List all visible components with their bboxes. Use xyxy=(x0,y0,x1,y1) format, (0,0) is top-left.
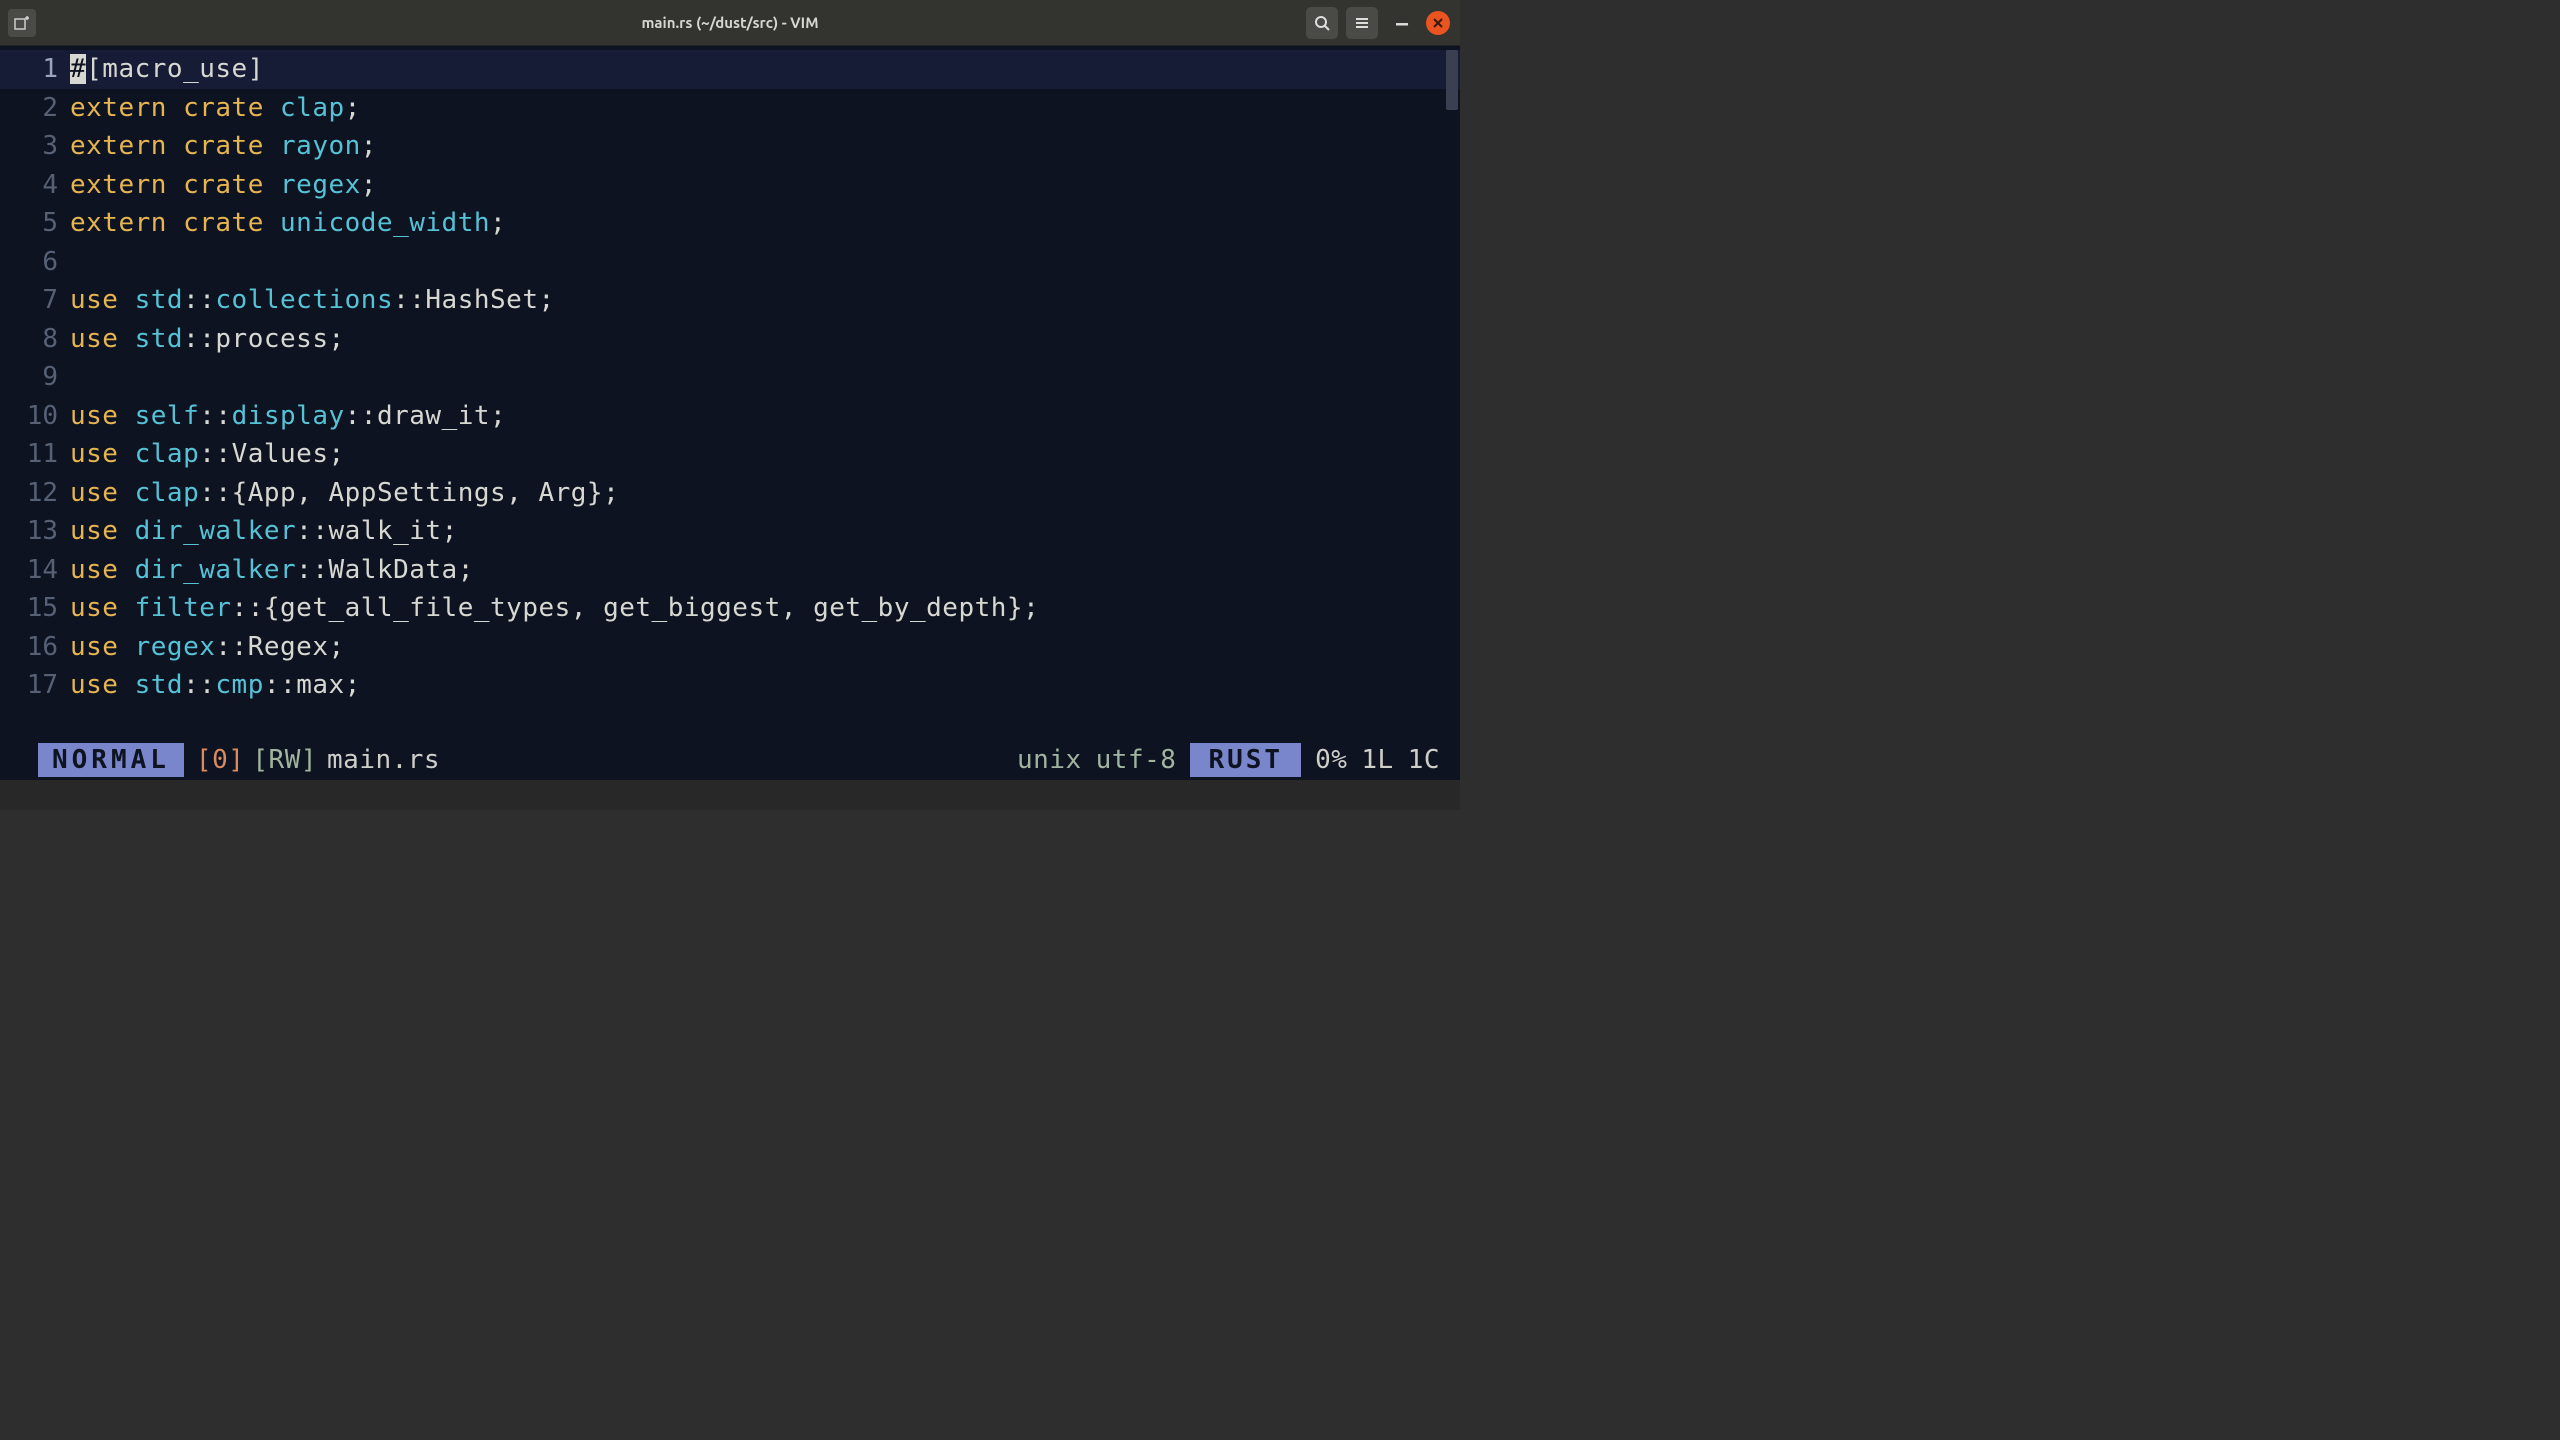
code-line[interactable]: 2extern crate clap; xyxy=(0,89,1460,128)
minimize-icon: – xyxy=(1396,11,1408,35)
code-line[interactable]: 7use std::collections::HashSet; xyxy=(0,281,1460,320)
window-title: main.rs (~/dust/src) - VIM xyxy=(641,14,818,31)
code-line[interactable]: 12use clap::{App, AppSettings, Arg}; xyxy=(0,474,1460,513)
code-content: extern crate regex; xyxy=(70,170,377,200)
line-number: 17 xyxy=(0,670,70,700)
code-line[interactable]: 11use clap::Values; xyxy=(0,435,1460,474)
code-content: use filter::{get_all_file_types, get_big… xyxy=(70,593,1039,623)
line-number: 6 xyxy=(0,247,70,277)
editor-pane[interactable]: 1#[macro_use]2extern crate clap;3extern … xyxy=(0,46,1460,780)
terminal-window: main.rs (~/dust/src) - VIM – xyxy=(0,0,1460,810)
line-number: 14 xyxy=(0,555,70,585)
close-button[interactable] xyxy=(1426,11,1450,35)
status-filename: main.rs xyxy=(327,745,440,775)
code-content: extern crate rayon; xyxy=(70,131,377,161)
search-button[interactable] xyxy=(1306,7,1338,39)
code-content: use self::display::draw_it; xyxy=(70,401,506,431)
line-number: 12 xyxy=(0,478,70,508)
line-number: 4 xyxy=(0,170,70,200)
status-line-number: 1L xyxy=(1361,745,1393,775)
line-number: 1 xyxy=(0,54,70,84)
line-number: 9 xyxy=(0,362,70,392)
close-icon xyxy=(1433,18,1443,28)
code-line[interactable]: 3extern crate rayon; xyxy=(0,127,1460,166)
line-number: 8 xyxy=(0,324,70,354)
status-buffer-number: [0] xyxy=(196,745,244,775)
line-number: 11 xyxy=(0,439,70,469)
line-number: 16 xyxy=(0,632,70,662)
status-mode: NORMAL xyxy=(38,743,184,777)
code-content: use dir_walker::walk_it; xyxy=(70,516,458,546)
line-number: 2 xyxy=(0,93,70,123)
line-number: 5 xyxy=(0,208,70,238)
status-language: RUST xyxy=(1190,743,1301,777)
scrollbar-thumb[interactable] xyxy=(1446,50,1458,110)
titlebar-left xyxy=(0,9,36,37)
code-line[interactable]: 8use std::process; xyxy=(0,320,1460,359)
line-number: 10 xyxy=(0,401,70,431)
code-line[interactable]: 6 xyxy=(0,243,1460,282)
status-column-number: 1C xyxy=(1408,745,1440,775)
status-encoding: utf-8 xyxy=(1096,745,1177,775)
status-line: NORMAL [0] [RW] main.rs unix utf-8 RUST … xyxy=(0,740,1460,780)
status-readwrite: [RW] xyxy=(252,745,317,775)
code-content: use clap::Values; xyxy=(70,439,345,469)
code-line[interactable]: 4extern crate regex; xyxy=(0,166,1460,205)
minimize-button[interactable]: – xyxy=(1386,7,1418,39)
terminal-bottom-margin xyxy=(0,780,1460,810)
line-number: 3 xyxy=(0,131,70,161)
code-line[interactable]: 13use dir_walker::walk_it; xyxy=(0,512,1460,551)
code-line[interactable]: 1#[macro_use] xyxy=(0,50,1460,89)
new-tab-icon xyxy=(14,16,30,30)
code-content: extern crate clap; xyxy=(70,93,361,123)
line-number: 15 xyxy=(0,593,70,623)
status-fileformat: unix xyxy=(1017,745,1082,775)
code-content: use std::cmp::max; xyxy=(70,670,361,700)
code-area[interactable]: 1#[macro_use]2extern crate clap;3extern … xyxy=(0,46,1460,740)
menu-button[interactable] xyxy=(1346,7,1378,39)
titlebar-right: – xyxy=(1306,7,1460,39)
new-tab-button[interactable] xyxy=(8,9,36,37)
code-line[interactable]: 15use filter::{get_all_file_types, get_b… xyxy=(0,589,1460,628)
code-content: use regex::Regex; xyxy=(70,632,345,662)
code-content: extern crate unicode_width; xyxy=(70,208,506,238)
search-icon xyxy=(1314,15,1330,31)
code-content: use dir_walker::WalkData; xyxy=(70,555,474,585)
status-right: unix utf-8 RUST 0% 1L 1C xyxy=(1017,743,1456,777)
code-content: use std::collections::HashSet; xyxy=(70,285,555,315)
code-line[interactable]: 14use dir_walker::WalkData; xyxy=(0,551,1460,590)
code-line[interactable]: 16use regex::Regex; xyxy=(0,628,1460,667)
line-number: 13 xyxy=(0,516,70,546)
hamburger-icon xyxy=(1354,15,1370,31)
line-number: 7 xyxy=(0,285,70,315)
status-percent: 0% xyxy=(1315,745,1347,775)
code-content: use clap::{App, AppSettings, Arg}; xyxy=(70,478,619,508)
code-line[interactable]: 9 xyxy=(0,358,1460,397)
code-line[interactable]: 5extern crate unicode_width; xyxy=(0,204,1460,243)
code-content: use std::process; xyxy=(70,324,345,354)
code-line[interactable]: 17use std::cmp::max; xyxy=(0,666,1460,705)
code-line[interactable]: 10use self::display::draw_it; xyxy=(0,397,1460,436)
titlebar: main.rs (~/dust/src) - VIM – xyxy=(0,0,1460,46)
code-content: #[macro_use] xyxy=(70,54,264,84)
